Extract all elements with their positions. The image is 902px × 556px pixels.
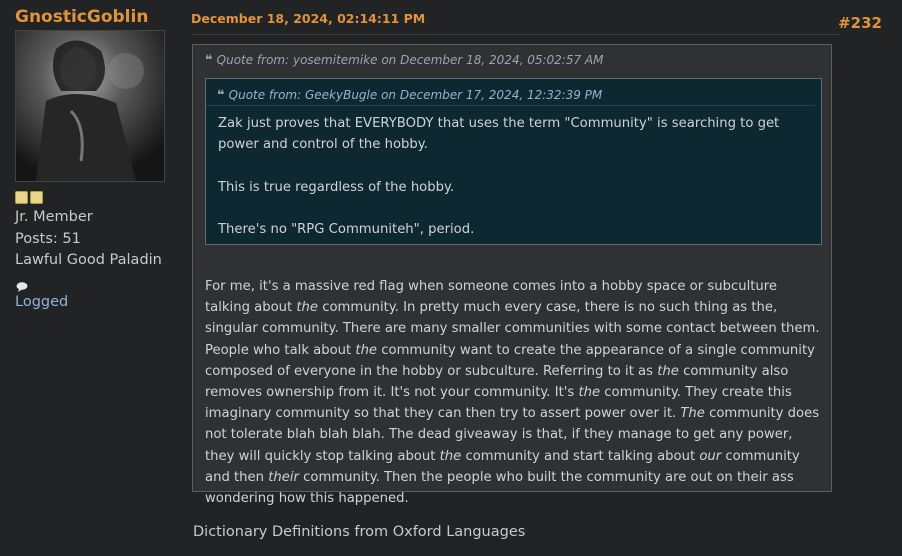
speech-bubble-icon[interactable] xyxy=(15,278,29,292)
emphasis-text: the xyxy=(578,385,601,401)
star-icon xyxy=(30,191,43,204)
inner-quote-paragraph: This is true regardless of the hobby. xyxy=(218,179,455,195)
post-body-text: Dictionary Definitions from Oxford Langu… xyxy=(193,524,526,540)
emphasis-text: the xyxy=(296,300,319,316)
inner-quote-body: Zak just proves that EVERYBODY that uses… xyxy=(206,106,821,240)
emphasis-text: their xyxy=(268,469,299,485)
username-link[interactable]: GnosticGoblin xyxy=(15,6,175,28)
poster-info: GnosticGoblin Jr. Member Posts: 51 Lawfu… xyxy=(15,6,175,312)
custom-title: Lawful Good Paladin xyxy=(15,252,162,268)
emphasis-text: the xyxy=(439,448,462,464)
inner-quote-paragraph: There's no "RPG Communiteh", period. xyxy=(218,221,475,237)
member-rank: Jr. Member xyxy=(15,209,93,225)
post-number[interactable]: #232 xyxy=(838,14,882,32)
inner-quote-paragraph: Zak just proves that EVERYBODY that uses… xyxy=(218,116,780,153)
rank-stars xyxy=(15,191,175,204)
emphasis-text: our xyxy=(699,448,722,464)
outer-quote-header-link[interactable]: Quote from: yosemitemike on December 18,… xyxy=(217,53,604,67)
logged-status: Logged xyxy=(15,293,69,310)
outer-quote-header: ❝ Quote from: yosemitemike on December 18… xyxy=(193,45,831,68)
post-date[interactable]: December 18, 2024, 02:14:11 PM xyxy=(191,11,425,26)
emphasis-text: the xyxy=(657,363,679,379)
header-divider xyxy=(191,34,841,35)
avatar-image xyxy=(16,31,164,181)
inner-quote-header: ❝ Quote from: GeekyBugle on December 17, … xyxy=(206,79,815,106)
quote-icon: ❝ xyxy=(205,53,213,68)
quote-icon: ❝ xyxy=(217,88,225,103)
avatar[interactable] xyxy=(15,30,165,182)
emphasis-text: the xyxy=(355,342,378,358)
outer-quote-body: For me, it's a massive red flag when som… xyxy=(205,276,823,509)
outer-quote: ❝ Quote from: yosemitemike on December 18… xyxy=(192,44,832,506)
emphasis-text: The xyxy=(680,406,705,422)
star-icon xyxy=(15,191,28,204)
inner-quote: ❝ Quote from: GeekyBugle on December 17, … xyxy=(205,78,822,245)
inner-quote-header-link[interactable]: Quote from: GeekyBugle on December 17, 2… xyxy=(229,88,603,102)
post-count: Posts: 51 xyxy=(15,230,81,247)
body-text: community and start talking about xyxy=(461,448,700,464)
